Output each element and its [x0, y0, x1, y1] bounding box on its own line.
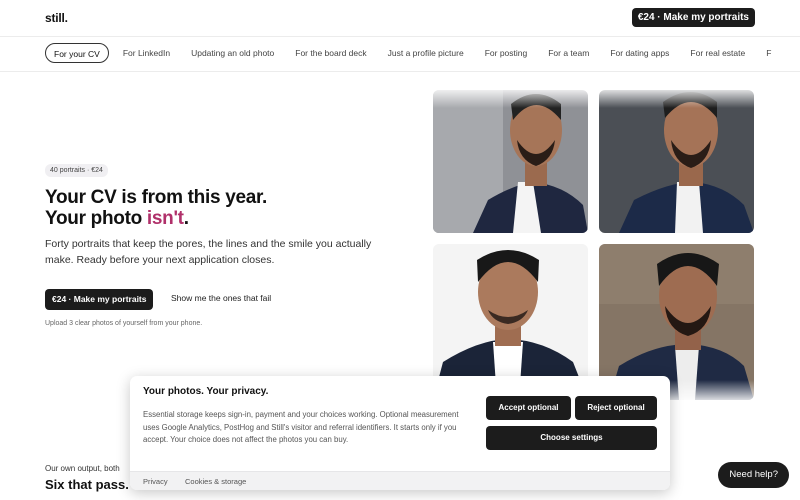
hero-headline: Your CV is from this year. Your photo is…: [45, 187, 305, 229]
tab-for-dating-apps[interactable]: For dating apps: [600, 43, 679, 63]
section-title: Six that pass. S: [45, 477, 142, 492]
tab-for-your-cv[interactable]: For your CV: [45, 43, 109, 63]
section-kicker: Our own output, both: [45, 464, 120, 473]
accept-optional-button[interactable]: Accept optional: [486, 396, 571, 420]
make-portraits-button[interactable]: €24 · Make my portraits: [45, 289, 154, 310]
cookie-banner-footer: Privacy Cookies & storage: [130, 471, 670, 490]
header-make-portraits-button[interactable]: €24 · Make my portraits: [631, 8, 755, 27]
site-header: still. €24 · Make my portraits: [0, 0, 800, 36]
upload-hint: Upload 3 clear photos of yourself from y…: [45, 320, 203, 327]
tab-for-board-deck[interactable]: For the board deck: [285, 43, 376, 63]
privacy-link[interactable]: Privacy: [143, 477, 168, 486]
headline-period: .: [183, 208, 189, 229]
tab-for-team[interactable]: For a team: [538, 43, 599, 63]
hero-subhead: Forty portraits that keep the pores, the…: [45, 238, 372, 266]
reject-optional-button[interactable]: Reject optional: [575, 396, 657, 420]
tab-for-linkedin[interactable]: For LinkedIn: [113, 43, 180, 63]
cookies-storage-link[interactable]: Cookies & storage: [185, 477, 246, 486]
tab-overflow[interactable]: F: [756, 43, 781, 63]
headline-accent: isn't: [146, 208, 184, 229]
tab-for-real-estate[interactable]: For real estate: [680, 43, 755, 63]
tab-for-posting[interactable]: For posting: [475, 43, 538, 63]
cookie-banner-body: Essential storage keeps sign-in, payment…: [143, 410, 459, 445]
show-failures-link[interactable]: Show me the ones that fail: [171, 293, 271, 303]
portrait-gray-background: [433, 90, 588, 233]
need-help-button[interactable]: Need help?: [718, 462, 789, 488]
use-case-tabs: For your CV For LinkedIn Updating an old…: [0, 36, 800, 72]
cookie-banner-title: Your photos. Your privacy.: [143, 386, 269, 397]
cookie-banner: Your photos. Your privacy. Essential sto…: [130, 376, 670, 490]
portrait-fade-top: [420, 86, 770, 108]
tab-profile-picture[interactable]: Just a profile picture: [378, 43, 474, 63]
portrait-dark-background: [599, 90, 754, 233]
price-badge: 40 portraits · €24: [45, 164, 108, 177]
choose-settings-button[interactable]: Choose settings: [486, 426, 657, 450]
tab-updating-old-photo[interactable]: Updating an old photo: [181, 43, 284, 63]
logo[interactable]: still.: [45, 11, 68, 25]
